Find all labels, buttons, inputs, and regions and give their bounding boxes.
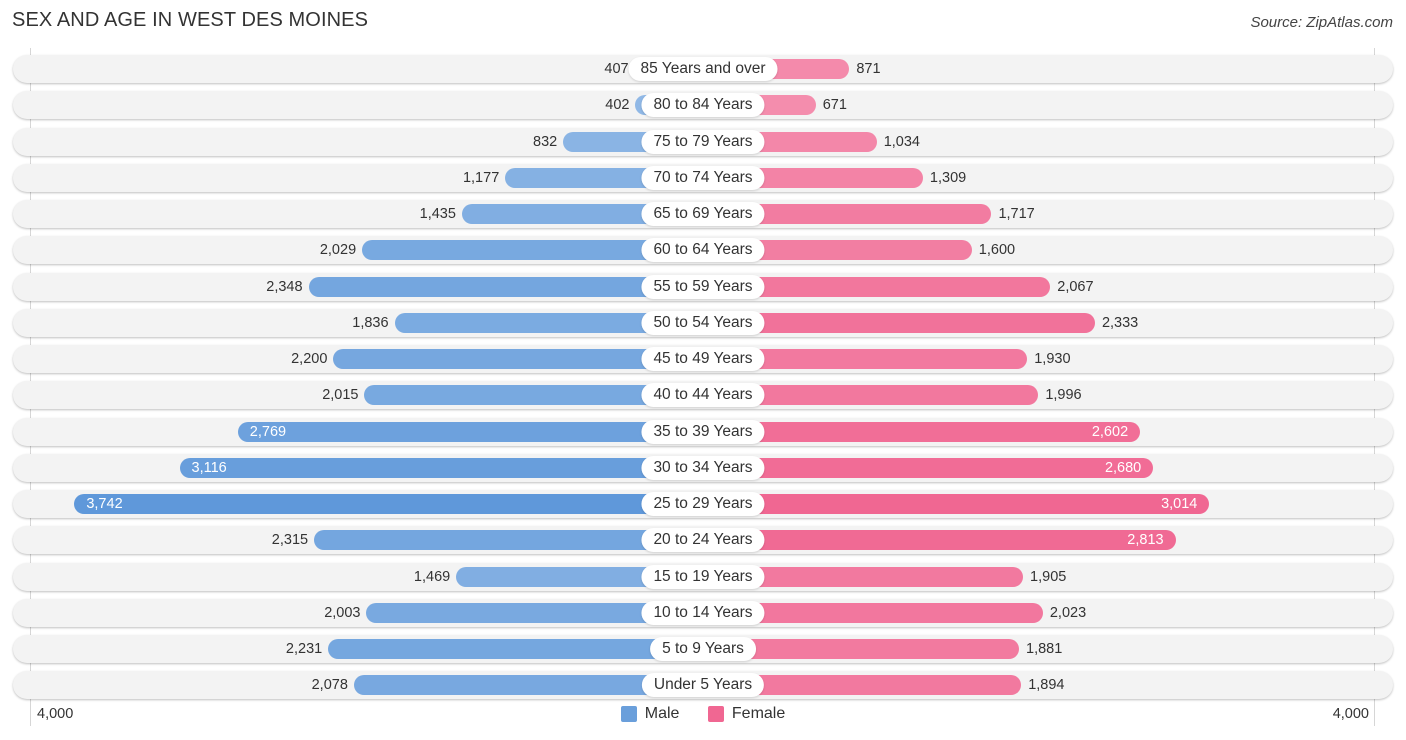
legend-item-male[interactable]: Male	[620, 705, 680, 723]
value-label-female: 1,894	[1028, 677, 1065, 694]
value-label-female: 1,600	[978, 242, 1016, 259]
value-label-female: 871	[856, 61, 881, 77]
value-label-female: 2,602	[1091, 423, 1129, 440]
value-label-female: 1,881	[1026, 641, 1063, 657]
value-label-female: 1,996	[1045, 387, 1082, 404]
value-label-male: 3,742	[86, 496, 123, 512]
value-label-male: 2,029	[319, 242, 357, 259]
value-label-female: 2,680	[1104, 459, 1142, 476]
category-label: Under 5 Years	[641, 673, 765, 698]
bar-female[interactable]	[703, 530, 1176, 551]
category-label: 10 to 14 Years	[641, 600, 765, 625]
category-label: 50 to 54 Years	[641, 310, 765, 335]
legend-swatch-female	[707, 706, 724, 722]
value-label-male: 2,231	[285, 641, 323, 657]
value-label-male: 2,348	[266, 278, 303, 295]
value-label-male: 2,015	[322, 387, 359, 404]
category-label: 60 to 64 Years	[641, 238, 765, 263]
value-label-male: 2,315	[271, 532, 309, 549]
legend-item-female[interactable]: Female	[707, 705, 786, 723]
category-label: 20 to 24 Years	[641, 528, 765, 553]
value-label-female: 1,309	[929, 169, 967, 186]
category-label: 40 to 44 Years	[641, 383, 765, 408]
value-label-male: 2,003	[324, 604, 361, 621]
category-label: 30 to 34 Years	[641, 455, 765, 480]
population-pyramid-chart: 407 871 85 Years and over 402 671 80 to 84 Ye…	[0, 0, 1406, 740]
bar-male[interactable]	[237, 421, 703, 442]
bar-male[interactable]	[179, 457, 703, 478]
value-label-male: 1,177	[462, 169, 500, 186]
value-label-male: 1,435	[419, 206, 456, 222]
legend-swatch-male	[620, 706, 637, 722]
bar-female[interactable]	[703, 494, 1210, 514]
value-label-female: 1,930	[1034, 351, 1071, 367]
value-label-female: 3,014	[1161, 496, 1198, 512]
category-label: 70 to 74 Years	[641, 165, 765, 190]
value-label-male: 3,116	[191, 459, 227, 476]
category-label: 45 to 49 Years	[641, 347, 765, 371]
value-label-male: 832	[533, 133, 558, 150]
value-label-female: 1,905	[1030, 568, 1067, 585]
value-label-male: 2,769	[249, 423, 287, 440]
bar-male[interactable]	[74, 494, 703, 514]
bar-female[interactable]	[703, 421, 1141, 442]
category-label: 80 to 84 Years	[641, 93, 765, 118]
value-label-male: 1,469	[413, 568, 451, 585]
category-label: 85 Years and over	[628, 57, 778, 81]
category-label: 25 to 29 Years	[641, 492, 765, 516]
value-label-male: 402	[605, 97, 630, 114]
value-label-male: 2,078	[311, 677, 348, 694]
value-label-female: 1,034	[883, 133, 920, 150]
value-label-male: 1,836	[352, 314, 389, 331]
value-label-female: 671	[822, 97, 847, 114]
category-label: 15 to 19 Years	[641, 564, 765, 589]
value-label-male: 2,200	[291, 351, 328, 367]
value-label-female: 2,067	[1057, 278, 1094, 295]
value-label-female: 2,023	[1049, 604, 1087, 621]
value-label-male: 407	[604, 61, 629, 77]
bar-female[interactable]	[703, 457, 1154, 478]
category-label: 5 to 9 Years	[650, 637, 756, 661]
legend: Male Female	[0, 705, 1406, 727]
legend-label-female: Female	[731, 705, 786, 722]
category-label: 75 to 79 Years	[641, 129, 765, 154]
value-label-female: 1,717	[998, 206, 1035, 222]
category-label: 35 to 39 Years	[641, 419, 765, 444]
legend-label-male: Male	[644, 705, 680, 722]
value-label-female: 2,333	[1101, 314, 1139, 331]
category-label: 55 to 59 Years	[641, 274, 765, 299]
bar-male[interactable]	[328, 639, 703, 659]
value-label-female: 2,813	[1127, 532, 1164, 549]
category-label: 65 to 69 Years	[641, 202, 765, 226]
